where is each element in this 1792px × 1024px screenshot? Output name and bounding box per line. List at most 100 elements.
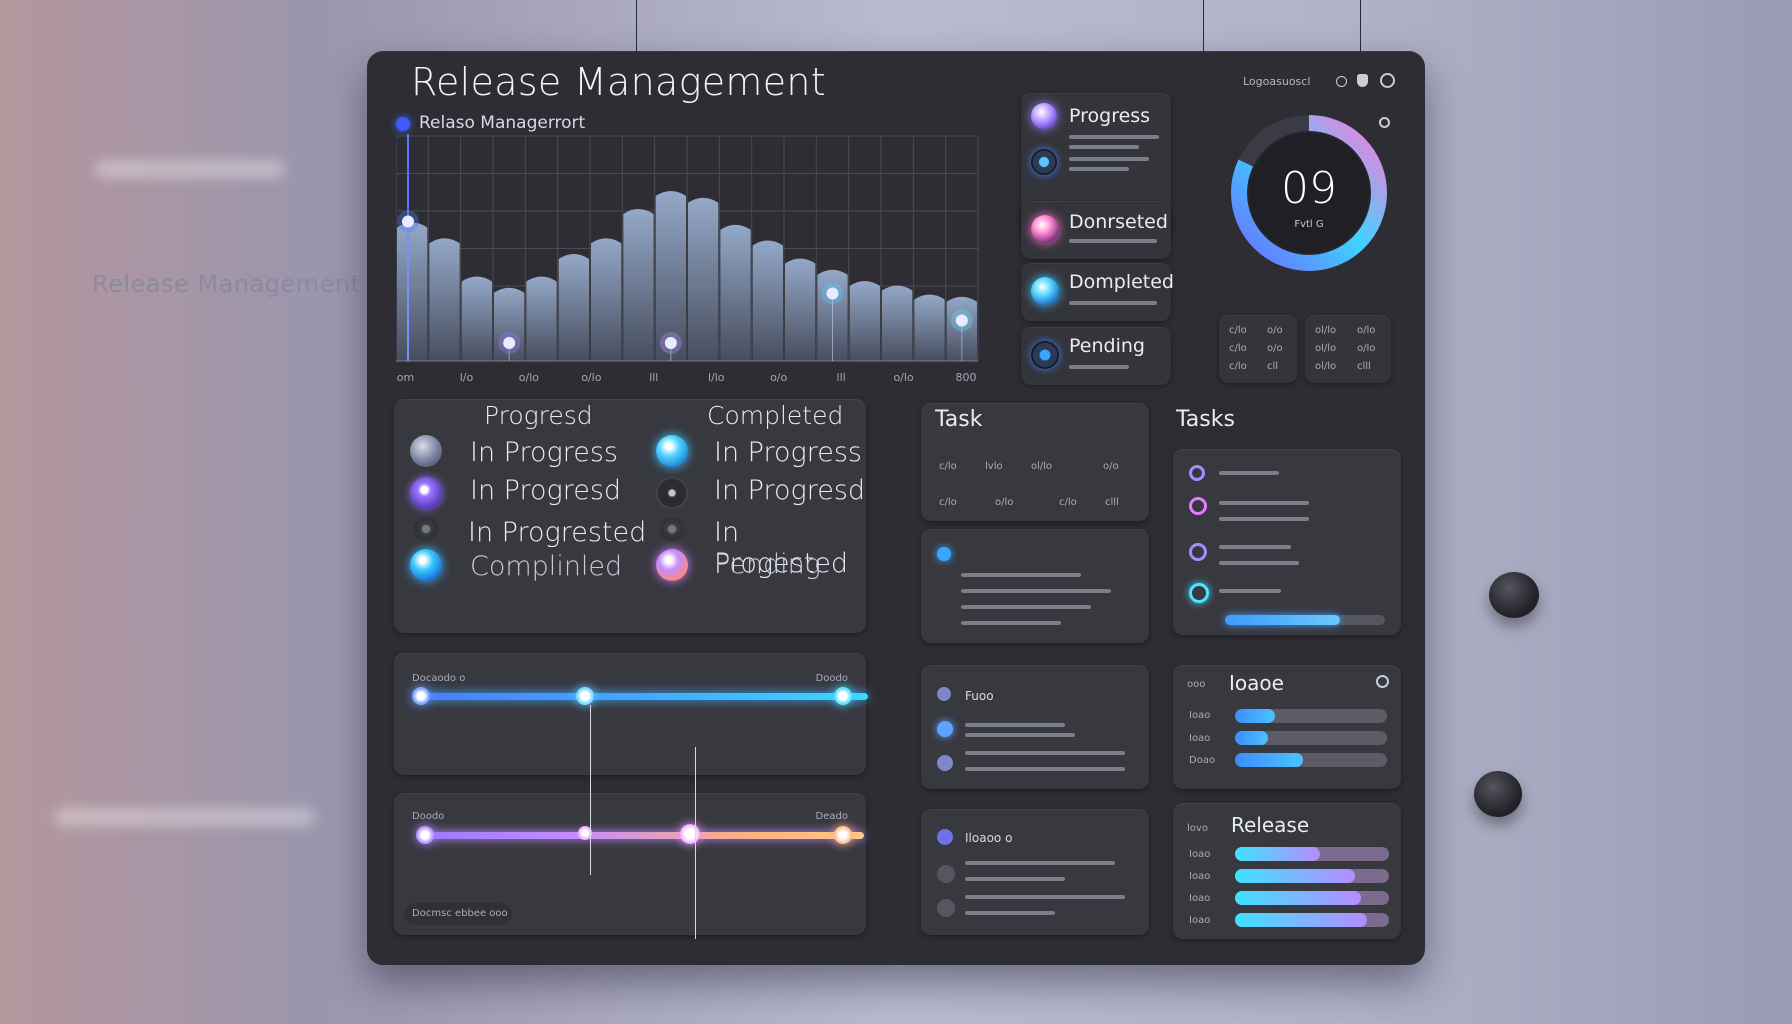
list-item-dot-icon (937, 865, 955, 883)
status-label: Dompleted (1069, 271, 1174, 293)
list-line (965, 723, 1065, 727)
release-bars-panel-1: ooo Ioaoe Ioao Ioao Doao (1173, 665, 1401, 789)
mini-list-label: Fuoo (965, 689, 994, 703)
task-cell: ol/lo (1031, 461, 1053, 472)
legend-item[interactable]: In Progrested (468, 517, 646, 548)
timeline-panel-2: Doodo Deado Docmsc ebbee ooo (394, 793, 866, 935)
release-bar (1235, 869, 1389, 883)
chart-bar (688, 197, 719, 361)
task-ring-icon (1189, 497, 1207, 515)
timeline-panel-1: Docaodo o Doodo (394, 653, 868, 775)
x-tick-label: o/o (770, 371, 787, 384)
release-bar (1235, 753, 1387, 767)
status-card-dompleted[interactable]: Dompleted (1021, 263, 1174, 321)
release-bar (1235, 847, 1389, 861)
data-marker (955, 314, 968, 327)
grid-cell: c/lo (1229, 361, 1247, 372)
release-bar-fill (1235, 869, 1356, 883)
chart-bar (558, 254, 589, 361)
timeline-track (424, 832, 864, 839)
grid-cell: c/lo (1229, 325, 1247, 336)
legend-item[interactable]: In Progress (714, 437, 862, 468)
task-cell: lvlo (985, 461, 1003, 472)
in-progress-dark-icon (656, 477, 688, 509)
list-line (965, 895, 1125, 899)
legend-item[interactable]: Complinled (470, 551, 622, 582)
list-item-dot-icon (937, 687, 951, 701)
grid-cell: clll (1357, 361, 1371, 372)
task-cell: o/o (1103, 461, 1119, 472)
stats-grid-left: c/lo o/o c/lo o/o c/lo cll (1219, 315, 1297, 383)
connector-line (590, 705, 591, 875)
release-bar-fill (1235, 709, 1275, 723)
pending-gradient-icon (656, 549, 688, 581)
x-tick-label: lll (649, 371, 658, 384)
list-item-dot-icon (937, 721, 953, 737)
release-bars-heading: Release (1231, 813, 1310, 837)
status-detail-line (1069, 145, 1139, 149)
bar-row-label: Ioao (1189, 871, 1211, 882)
legend-column-header: Completed (707, 401, 844, 430)
task-cell: clll (1105, 497, 1119, 508)
grid-cell: o/lo (1357, 325, 1376, 336)
info-icon[interactable] (1376, 675, 1389, 688)
timeline-node[interactable] (834, 826, 852, 844)
gauge-caption: Fvtl G (1294, 219, 1324, 230)
status-legend-panel: Progresd Completed In Progress In Progre… (394, 399, 866, 633)
task-line (1219, 589, 1281, 593)
list-item-dot-icon (937, 829, 953, 845)
timeline-node[interactable] (680, 824, 700, 844)
timeline-footer-pill[interactable]: Docmsc ebbee ooo (404, 903, 512, 925)
data-marker (664, 337, 677, 349)
bar-row-label: Ioao (1189, 849, 1211, 860)
legend-item[interactable]: In Progresd (714, 475, 865, 506)
chart-bar (720, 224, 751, 361)
x-tick-label: o/lo (893, 371, 913, 384)
status-card-donrseted[interactable]: Donrseted (1021, 201, 1171, 259)
background-side-label: Release Management (92, 270, 361, 298)
page-title: Release Management (411, 60, 826, 104)
legend-item[interactable]: In Progress (470, 437, 618, 468)
status-detail-line (1069, 301, 1157, 305)
task-ring-icon (1189, 583, 1209, 603)
task-cell: c/lo (939, 461, 957, 472)
gauge-settings-icon[interactable] (1379, 117, 1390, 128)
chart-bar (849, 281, 880, 361)
list-line (965, 877, 1065, 881)
timeline-node[interactable] (576, 687, 594, 705)
task-line (1219, 545, 1291, 549)
timeline-node[interactable] (416, 826, 434, 844)
status-detail-line (1069, 157, 1149, 161)
hanging-wire (636, 0, 637, 51)
timeline-end-label: Doodo (815, 673, 848, 684)
settings-icon[interactable] (1380, 73, 1395, 88)
task-line (1219, 561, 1299, 565)
x-tick-label: o/lo (581, 371, 601, 384)
toggle-icon[interactable] (1336, 76, 1347, 87)
chart-bar (461, 276, 492, 361)
task-cell: o/lo (995, 497, 1014, 508)
bar-row-label: Doao (1189, 755, 1216, 766)
shield-icon[interactable] (1357, 74, 1368, 87)
list-line (965, 911, 1055, 915)
timeline-node[interactable] (412, 687, 430, 705)
release-bar (1235, 731, 1387, 745)
timeline-footer-label: Docmsc ebbee ooo (412, 908, 508, 919)
release-bar (1235, 709, 1387, 723)
grid-cell: c/lo (1229, 343, 1247, 354)
x-tick-label: lom (396, 371, 414, 384)
legend-item[interactable]: In Progresd (470, 475, 621, 506)
in-progress-dark-icon (414, 517, 438, 541)
list-line (965, 767, 1125, 771)
status-card-pending[interactable]: Pending (1021, 327, 1171, 385)
completed-cyan-icon (410, 549, 442, 581)
legend-item[interactable]: Pending (714, 549, 821, 580)
chart-bar (429, 238, 460, 361)
status-detail-line (1069, 135, 1159, 139)
timeline-node[interactable] (834, 687, 852, 705)
bar-row-label: Ioao (1189, 733, 1211, 744)
in-progress-gray-icon (410, 435, 442, 467)
task-progress-slider[interactable] (1225, 615, 1385, 625)
task-ring-icon (1189, 543, 1207, 561)
blurred-background-text (55, 808, 315, 826)
